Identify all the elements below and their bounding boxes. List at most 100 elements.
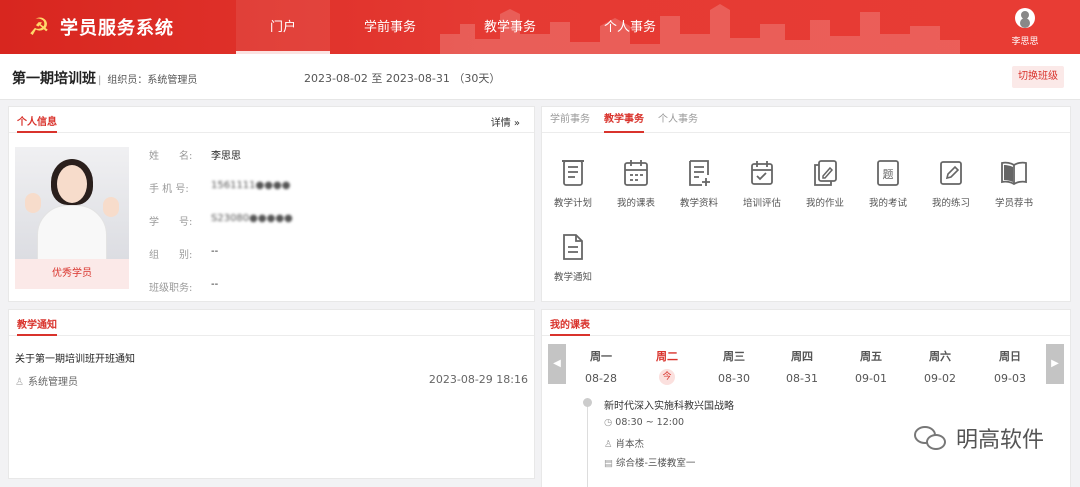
- notice-item-time: 2023-08-29 18:16: [428, 373, 528, 386]
- course-title[interactable]: 新时代深入实施科教兴国战略: [604, 397, 734, 412]
- service-my-homework[interactable]: 我的作业: [794, 159, 856, 209]
- notice-item-title[interactable]: 关于第一期培训班开班通知: [15, 350, 135, 365]
- exam-icon: 题: [877, 160, 899, 186]
- timeline-dot: [583, 398, 592, 407]
- profile-panel-head: 个人信息 详情 »: [9, 107, 534, 133]
- timeline-line: [587, 400, 588, 487]
- day-name: 周日: [999, 350, 1021, 363]
- info-label: 学 号:: [149, 217, 193, 228]
- service-training-eval[interactable]: 培训评估: [731, 159, 793, 209]
- schedule-panel: 我的课表 ◀ ▶ 周一 08-28 周二 今 周三 08-30 周四 08-31…: [541, 309, 1071, 487]
- clock-icon: ◷: [604, 417, 613, 428]
- document-add-icon: [689, 160, 710, 186]
- notice-item-author: ♙ 系统管理员: [15, 373, 78, 388]
- service-label: 我的作业: [805, 198, 844, 209]
- user-icon: ♙: [15, 377, 24, 388]
- honor-badge: 优秀学员: [15, 259, 129, 289]
- organizer: | 组织员：系统管理员: [98, 75, 198, 86]
- day-mon[interactable]: 周一 08-28: [576, 348, 626, 385]
- calendar-check-icon: [751, 161, 773, 185]
- party-emblem-icon: ☭: [28, 13, 50, 41]
- day-sat[interactable]: 周六 09-02: [915, 348, 965, 385]
- profile-detail-link[interactable]: 详情 »: [491, 114, 520, 129]
- tab-pre-study[interactable]: 学前事务: [550, 107, 590, 133]
- wechat-icon: [913, 424, 948, 452]
- service-book-recommend[interactable]: 学员荐书: [983, 159, 1045, 209]
- day-date: 09-03: [994, 372, 1026, 385]
- course-time-text: 08:30 ~ 12:00: [615, 417, 685, 428]
- notice-panel-head: 教学通知: [9, 310, 534, 336]
- day-sun[interactable]: 周日 09-03: [985, 348, 1035, 385]
- avatar: [1015, 8, 1035, 28]
- svg-text:题: 题: [883, 168, 894, 181]
- service-my-exam[interactable]: 题 我的考试: [857, 159, 919, 209]
- service-my-schedule[interactable]: 我的课表: [605, 159, 667, 209]
- class-dates: 2023-08-02 至 2023-08-31 （30天）: [304, 72, 501, 85]
- day-date: 09-01: [855, 372, 887, 385]
- pencil-square-icon: [940, 161, 962, 185]
- next-week-button[interactable]: ▶: [1046, 344, 1064, 384]
- service-label: 培训评估: [742, 198, 781, 209]
- switch-class-button[interactable]: 切换班级: [1012, 66, 1064, 88]
- service-teaching-notice[interactable]: 教学通知: [542, 233, 604, 283]
- info-value: --: [211, 279, 219, 290]
- notice-author-name: 系统管理员: [27, 377, 78, 388]
- building-icon: ▤: [604, 458, 613, 469]
- edit-copy-icon: [814, 160, 837, 186]
- service-teaching-plan[interactable]: 教学计划: [542, 159, 604, 209]
- book-icon: [1001, 161, 1027, 186]
- course-teacher-text: 肖本杰: [615, 439, 645, 450]
- notice-title: 教学通知: [17, 316, 57, 336]
- nav-item-portal[interactable]: 门户: [236, 0, 331, 54]
- user-menu[interactable]: 李思思: [1008, 8, 1042, 47]
- info-value: 1561111●●●●: [211, 180, 291, 191]
- nav-item-pre-study[interactable]: 学前事务: [330, 0, 450, 54]
- day-name: 周二: [656, 350, 678, 363]
- info-value: --: [211, 246, 219, 257]
- services-panel-head: 学前事务 教学事务 个人事务: [542, 107, 1070, 133]
- course-location: ▤ 综合楼-三楼教室一: [604, 455, 695, 469]
- file-text-icon: [563, 234, 583, 260]
- service-label: 教学计划: [553, 198, 592, 209]
- day-tue[interactable]: 周二 今: [642, 348, 692, 385]
- tab-teaching[interactable]: 教学事务: [604, 107, 644, 133]
- service-label: 我的考试: [868, 198, 907, 209]
- service-label: 教学通知: [553, 272, 592, 283]
- main-nav: 门户 学前事务 教学事务 个人事务: [236, 0, 690, 54]
- nav-item-teaching[interactable]: 教学事务: [450, 0, 570, 54]
- profile-panel: 个人信息 详情 » 优秀学员 姓 名: 李思思 手 机 号: 1561111●●…: [8, 106, 535, 302]
- chevron-left-icon: ◀: [553, 358, 561, 369]
- day-thu[interactable]: 周四 08-31: [777, 348, 827, 385]
- info-value: 李思思: [211, 151, 241, 162]
- service-label: 我的课表: [616, 198, 655, 209]
- day-wed[interactable]: 周三 08-30: [709, 348, 759, 385]
- watermark-text: 明高软件: [955, 428, 1044, 453]
- info-label: 班级职务:: [149, 283, 193, 294]
- schedule-title: 我的课表: [550, 316, 590, 336]
- scroll-icon: [562, 160, 584, 186]
- watermark: 明高软件: [913, 422, 1044, 454]
- info-label: 手 机 号:: [149, 184, 189, 195]
- service-my-practice[interactable]: 我的练习: [920, 159, 982, 209]
- notice-panel: 教学通知 关于第一期培训班开班通知 ♙ 系统管理员 2023-08-29 18:1…: [8, 309, 535, 479]
- calendar-icon: [624, 160, 648, 186]
- day-name: 周三: [723, 350, 745, 363]
- nav-item-personal[interactable]: 个人事务: [570, 0, 690, 54]
- prev-week-button[interactable]: ◀: [548, 344, 566, 384]
- today-marker: 今: [659, 369, 675, 385]
- service-teaching-material[interactable]: 教学资料: [668, 159, 730, 209]
- day-fri[interactable]: 周五 09-01: [846, 348, 896, 385]
- tab-personal[interactable]: 个人事务: [658, 107, 698, 133]
- day-name: 周一: [590, 350, 612, 363]
- class-name: 第一期培训班: [12, 71, 96, 87]
- course-location-text: 综合楼-三楼教室一: [615, 458, 696, 469]
- service-label: 我的练习: [931, 198, 970, 209]
- services-tabs: 学前事务 教学事务 个人事务: [550, 107, 712, 133]
- app-title: 学员服务系统: [60, 18, 174, 39]
- profile-title: 个人信息: [17, 113, 57, 133]
- services-panel: 学前事务 教学事务 个人事务 教学计划 我的课表 教学资料 培训评估 我的作业 …: [541, 106, 1071, 302]
- day-name: 周五: [860, 350, 882, 363]
- chevron-right-icon: ▶: [1051, 358, 1059, 369]
- info-label: 姓 名:: [149, 151, 193, 162]
- service-label: 学员荐书: [994, 198, 1033, 209]
